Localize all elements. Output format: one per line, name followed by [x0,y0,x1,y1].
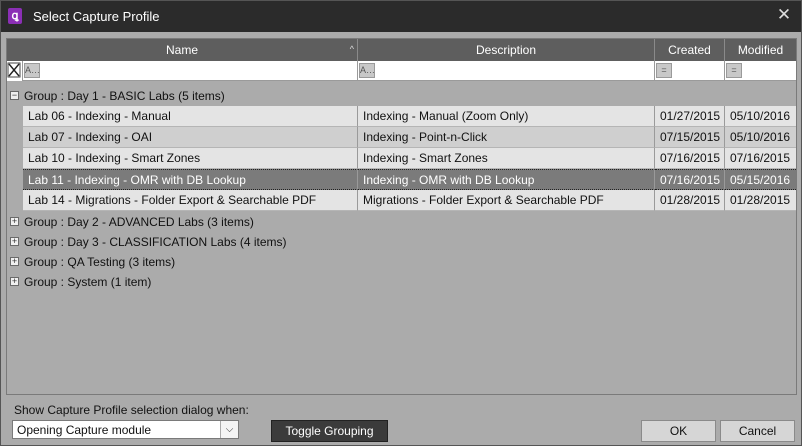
expand-icon[interactable]: + [10,277,19,286]
clear-filter-icon[interactable] [7,61,23,81]
cell-created: 01/28/2015 [655,190,725,211]
column-header-label: Created [668,43,711,57]
cell-modified: 07/16/2015 [725,148,796,169]
expand-icon[interactable]: + [10,217,19,226]
description-filter-field[interactable]: A… [358,61,655,81]
expand-icon[interactable]: + [10,257,19,266]
table-row[interactable]: Lab 14 - Migrations - Folder Export & Se… [23,190,796,211]
table-row[interactable]: Lab 07 - Indexing - OAI Indexing - Point… [23,127,796,148]
table-row[interactable]: Lab 10 - Indexing - Smart Zones Indexing… [23,148,796,169]
cell-created: 07/16/2015 [655,148,725,169]
app-logo-icon: ꝗ [8,8,22,24]
equals-filter-icon[interactable]: = [656,63,672,78]
cell-description: Indexing - OMR with DB Lookup [358,169,655,190]
title-bar: ꝗ Select Capture Profile ✕ [1,1,801,32]
toggle-grouping-button[interactable]: Toggle Grouping [271,420,388,442]
created-filter-field[interactable]: = [655,61,725,81]
close-icon[interactable]: ✕ [775,6,793,24]
table-row-selected[interactable]: Lab 11 - Indexing - OMR with DB Lookup I… [23,169,796,190]
show-dialog-select[interactable]: Opening Capture module ⌵ [12,420,239,439]
dialog-window: ꝗ Select Capture Profile ✕ Name ^ Descri… [0,0,802,446]
window-title: Select Capture Profile [33,9,160,24]
name-filter-field[interactable]: A… [23,61,358,81]
cell-created: 07/15/2015 [655,127,725,148]
chevron-down-icon[interactable]: ⌵ [220,421,238,438]
group-label: Group : QA Testing (3 items) [24,255,176,269]
collapse-icon[interactable]: − [10,91,19,100]
column-header-modified[interactable]: Modified [725,39,796,61]
cell-created: 07/16/2015 [655,169,725,190]
group-label: Group : Day 2 - ADVANCED Labs (3 items) [24,215,254,229]
group-label: Group : Day 3 - CLASSIFICATION Labs (4 i… [24,235,287,249]
cell-name: Lab 07 - Indexing - OAI [23,127,358,148]
column-header-created[interactable]: Created [655,39,725,61]
cell-created: 01/27/2015 [655,106,725,127]
equals-filter-icon[interactable]: = [726,63,742,78]
cell-description: Indexing - Smart Zones [358,148,655,169]
cell-name: Lab 10 - Indexing - Smart Zones [23,148,358,169]
cell-modified: 05/10/2016 [725,127,796,148]
cell-description: Migrations - Folder Export & Searchable … [358,190,655,211]
cell-modified: 05/15/2016 [725,169,796,190]
table-row[interactable]: Lab 06 - Indexing - Manual Indexing - Ma… [23,106,796,127]
column-header-label: Name [165,43,198,57]
expand-icon[interactable]: + [10,237,19,246]
cell-modified: 05/10/2016 [725,106,796,127]
cell-name: Lab 14 - Migrations - Folder Export & Se… [23,190,358,211]
show-dialog-label: Show Capture Profile selection dialog wh… [14,403,249,417]
select-value: Opening Capture module [17,423,152,437]
ok-button[interactable]: OK [641,420,716,442]
group-label: Group : System (1 item) [24,275,152,289]
column-header-label: Description [475,43,537,57]
column-header-description[interactable]: Description [358,39,655,61]
column-header-label: Modified [737,43,784,57]
cell-description: Indexing - Point-n-Click [358,127,655,148]
profile-grid: Name ^ Description Created Modified A… A… [6,38,797,395]
modified-filter-field[interactable]: = [725,61,796,81]
group-label: Group : Day 1 - BASIC Labs (5 items) [24,89,225,103]
cancel-button[interactable]: Cancel [720,420,795,442]
cell-description: Indexing - Manual (Zoom Only) [358,106,655,127]
text-filter-icon[interactable]: A… [359,63,375,78]
sort-ascending-icon: ^ [349,44,354,54]
cell-modified: 01/28/2015 [725,190,796,211]
cell-name: Lab 06 - Indexing - Manual [23,106,358,127]
text-filter-icon[interactable]: A… [24,63,40,78]
column-header-name[interactable]: Name ^ [7,39,358,61]
cell-name: Lab 11 - Indexing - OMR with DB Lookup [23,169,358,190]
